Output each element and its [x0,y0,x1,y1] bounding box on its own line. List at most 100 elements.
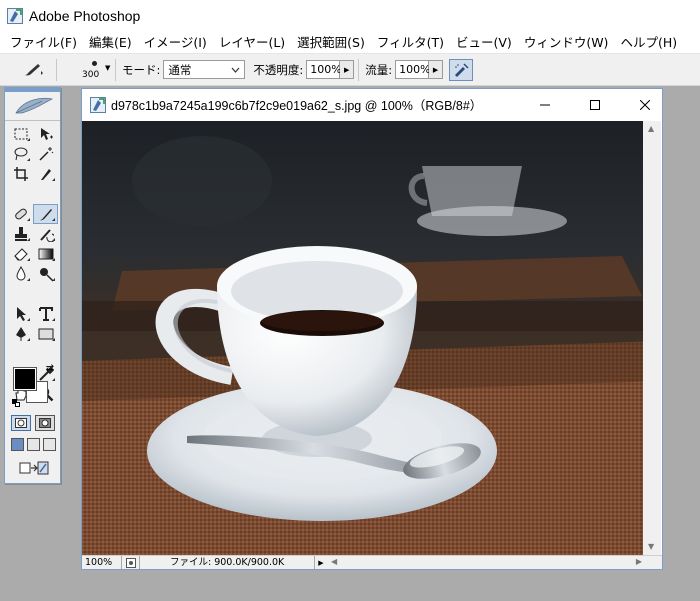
scroll-down-icon[interactable]: ▼ [648,542,654,551]
brush-preset-picker[interactable]: 300 ▼ [79,56,111,84]
menu-select[interactable]: 選択範囲(S) [291,32,371,54]
menu-image[interactable]: イメージ(I) [138,32,213,54]
quick-mask-button[interactable] [35,415,55,431]
close-icon [640,99,650,110]
opacity-input[interactable]: 100% [306,60,342,79]
minimize-button[interactable] [520,89,570,120]
menu-bar: ファイル(F) 編集(E) イメージ(I) レイヤー(L) 選択範囲(S) フィ… [0,32,700,54]
app-titlebar: Adobe Photoshop [0,0,700,32]
tool-preset-picker[interactable] [14,58,52,82]
chevron-down-icon [231,67,240,73]
brush-size: 300 [82,69,100,80]
photoshop-app-icon [7,8,23,24]
airbrush-icon [455,62,469,77]
standard-mode-button[interactable] [11,415,31,431]
document-window: d978c1b9a7245a199c6b7f2c9e019a62_s.jpg @… [81,88,663,570]
quick-mask-icon [39,418,51,428]
healing-brush-tool[interactable] [8,204,33,224]
magic-wand-tool[interactable] [33,144,58,164]
scroll-left-icon[interactable]: ◀ [331,557,337,566]
tool-grid [8,124,58,404]
flow-slider-button[interactable]: ▶ [429,60,444,79]
options-separator [56,58,57,81]
jump-to-imageready-button[interactable] [11,458,57,478]
mode-label: モード: [122,62,161,77]
marquee-tool[interactable] [8,124,33,144]
full-screen-button[interactable] [43,438,56,451]
file-size-info: ファイル: 900.0K/900.0K [140,556,315,569]
options-bar: 300 ▼ モード: 通常 不透明度: 100% ▶ 流量: 100% ▶ [0,54,700,86]
move-tool[interactable] [33,124,58,144]
blur-tool[interactable] [8,264,33,284]
app-title: Adobe Photoshop [29,8,141,24]
menu-layer[interactable]: レイヤー(L) [213,32,291,54]
mode-select[interactable]: 通常 [163,60,246,79]
menu-edit[interactable]: 編集(E) [83,32,138,54]
feather-logo[interactable] [5,92,60,121]
swap-colors-icon[interactable]: ⇄ [46,363,54,374]
path-selection-tool[interactable] [8,304,33,324]
move-icon [40,128,53,140]
type-tool[interactable] [33,304,58,324]
opacity-label: 不透明度: [253,62,304,77]
coffee-cup-photo [82,121,660,555]
clone-stamp-tool[interactable] [8,224,33,244]
brush-tip-icon [92,60,97,66]
flow-input[interactable]: 100% [395,60,431,79]
opacity-slider-button[interactable]: ▶ [340,60,355,79]
lasso-tool[interactable] [8,144,33,164]
standard-mode-icon [15,418,27,428]
crop-tool[interactable] [8,164,33,184]
marquee-icon [14,128,27,140]
crop-icon [13,167,28,181]
mask-mode [11,415,55,431]
menu-window[interactable]: ウィンドウ(W) [518,32,615,54]
full-screen-menu-button[interactable] [27,438,40,451]
default-colors-icon[interactable] [12,399,20,407]
history-brush-tool[interactable] [33,224,58,244]
feather-icon [14,98,53,114]
chevron-down-icon: ▼ [105,63,111,72]
menu-filter[interactable]: フィルタ(T) [371,32,450,54]
document-title: d978c1b9a7245a199c6b7f2c9e019a62_s.jpg @… [111,99,483,113]
close-button[interactable] [620,89,670,120]
zoom-level[interactable]: 100% [82,556,122,569]
menu-view[interactable]: ビュー(V) [450,32,518,54]
gradient-tool[interactable] [33,244,58,264]
standard-screen-button[interactable] [11,438,24,451]
airbrush-toggle[interactable] [449,58,474,81]
flow-label: 流量: [365,62,393,77]
brush-icon [25,63,43,75]
image-canvas[interactable] [82,121,660,555]
status-menu-button[interactable] [122,556,140,569]
color-swatches: ⇄ [12,363,54,407]
brush-tool[interactable] [33,204,58,224]
horizontal-scrollbar[interactable]: ◀ ▶ [327,556,662,569]
menu-file[interactable]: ファイル(F) [4,32,83,54]
scroll-right-icon[interactable]: ▶ [636,557,642,566]
slice-tool[interactable] [33,164,58,184]
eraser-tool[interactable] [8,244,33,264]
vertical-scrollbar[interactable]: ▲ ▼ [643,121,661,555]
document-statusbar: 100% ファイル: 900.0K/900.0K ▶ ◀ ▶ [82,555,662,569]
magic-wand-icon [38,147,53,161]
triangle-right-icon: ▶ [432,65,439,74]
foreground-color-swatch[interactable] [13,367,37,391]
options-separator [115,58,116,81]
maximize-icon [590,99,600,110]
scroll-up-icon[interactable]: ▲ [648,124,654,133]
pen-tool[interactable] [8,324,33,344]
triangle-right-icon[interactable]: ▶ [315,559,327,567]
minimize-icon [540,104,550,105]
shape-tool[interactable] [33,324,58,344]
triangle-right-icon: ▶ [344,65,350,74]
maximize-button[interactable] [570,89,620,120]
imageready-icon [19,461,49,475]
mode-value: 通常 [168,62,192,77]
dodge-tool[interactable] [33,264,58,284]
menu-help[interactable]: ヘルプ(H) [614,32,683,54]
document-titlebar[interactable]: d978c1b9a7245a199c6b7f2c9e019a62_s.jpg @… [82,89,662,120]
options-separator [358,58,360,81]
status-menu-icon [125,557,136,568]
photoshop-document-icon [90,96,106,113]
